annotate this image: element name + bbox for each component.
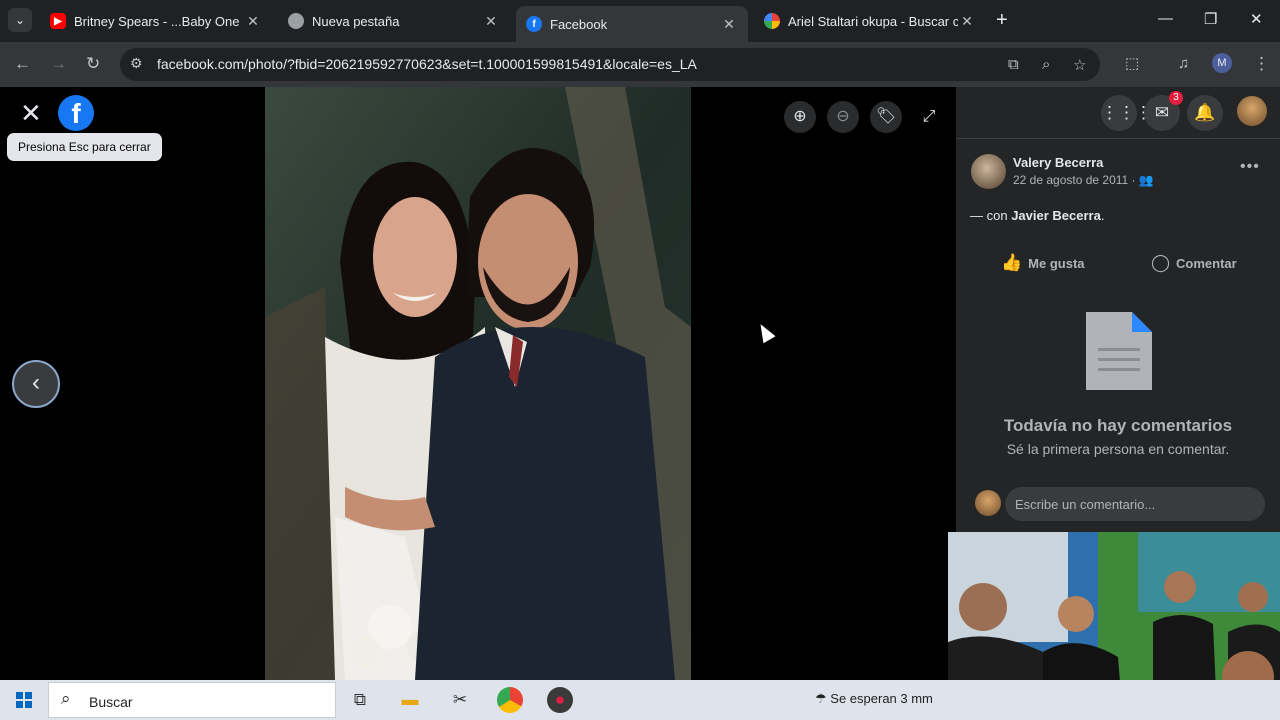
- google-icon: [764, 13, 780, 29]
- zoom-out-icon[interactable]: ⊖: [827, 101, 859, 133]
- esc-tooltip: Presiona Esc para cerrar: [7, 133, 162, 161]
- tab-title: Nueva pestaña: [312, 13, 400, 29]
- tab-youtube[interactable]: ▶ Britney Spears - ...Baby One Mo ✕: [40, 6, 272, 36]
- back-arrow-icon[interactable]: ←: [14, 54, 31, 74]
- obs-icon[interactable]: ●: [547, 687, 573, 713]
- notifications-bell-icon[interactable]: 🔔: [1187, 95, 1223, 131]
- taskbar-search[interactable]: ⌕ Buscar: [48, 682, 336, 718]
- comment-label: Comentar: [1176, 256, 1237, 271]
- post-date-text: 22 de agosto de 2011 ·: [1013, 173, 1139, 187]
- browser-menu-icon[interactable]: ⋮: [1253, 54, 1270, 74]
- audience-friends-icon: 👥: [1138, 173, 1154, 187]
- zoom-in-icon[interactable]: ⊕: [784, 101, 816, 133]
- task-view-icon[interactable]: ⧉: [347, 687, 373, 713]
- wedding-photo: [265, 87, 691, 680]
- close-tab-icon[interactable]: ✕: [244, 13, 262, 30]
- comment-button[interactable]: ◯ Comentar: [1151, 253, 1237, 273]
- fullscreen-icon[interactable]: ⤢: [913, 101, 945, 133]
- restore-icon[interactable]: ❐: [1204, 10, 1217, 28]
- reload-icon[interactable]: ↻: [86, 54, 100, 74]
- url-text: facebook.com/photo/?fbid=206219592770623…: [157, 56, 697, 72]
- close-tab-icon[interactable]: ✕: [482, 13, 500, 30]
- rain-icon: ☂: [815, 691, 831, 706]
- comment-input[interactable]: Escribe un comentario...: [1005, 487, 1265, 521]
- like-label: Me gusta: [1028, 256, 1085, 271]
- weather-text: Se esperan 3 mm: [830, 691, 933, 706]
- mouse-cursor: [754, 320, 776, 344]
- site-info-icon[interactable]: ⚙: [130, 55, 143, 72]
- close-tab-icon[interactable]: ✕: [958, 13, 976, 30]
- minimize-icon[interactable]: —: [1158, 10, 1173, 27]
- taskbar-search-label: Buscar: [89, 694, 133, 710]
- file-explorer-icon[interactable]: ▬: [397, 687, 423, 713]
- tab-facebook[interactable]: f Facebook ✕: [516, 6, 748, 42]
- browser-toolbar: ← → ↻ ⚙ facebook.com/photo/?fbid=2062195…: [0, 42, 1280, 87]
- zoom-icon[interactable]: ⌕: [1042, 56, 1050, 73]
- windows-taskbar: ⌕ Buscar ⧉ ▬ ✂ ● ☂ Se esperan 3 mm: [0, 680, 1280, 720]
- photo-viewer: ✕ f Presiona Esc para cerrar ‹ ⊕ ⊖ 🏷 ⤢: [0, 87, 956, 680]
- facebook-icon: f: [526, 16, 542, 32]
- new-tab-plus-icon[interactable]: +: [996, 10, 1008, 30]
- previous-photo-button[interactable]: ‹: [12, 360, 60, 408]
- post-author[interactable]: Valery Becerra: [1013, 155, 1103, 170]
- tagged-person-link[interactable]: Javier Becerra: [1011, 208, 1101, 223]
- tab-title: Ariel Staltari okupa - Buscar cor: [788, 13, 958, 29]
- tab-google-search[interactable]: Ariel Staltari okupa - Buscar cor ✕: [754, 6, 986, 36]
- author-avatar[interactable]: [971, 154, 1006, 189]
- with-suffix: .: [1100, 208, 1105, 223]
- tab-new-tab[interactable]: Nueva pestaña ✕: [278, 6, 510, 36]
- extensions-icon[interactable]: ⬚: [1125, 54, 1139, 74]
- comment-bubble-icon: ◯: [1151, 253, 1171, 272]
- search-icon: ⌕: [61, 689, 71, 708]
- tab-title: Facebook: [550, 16, 608, 32]
- chrome-taskbar-icon[interactable]: [497, 687, 523, 713]
- wedding-photo-image: [265, 87, 691, 680]
- thumbs-up-icon: 👍: [1001, 253, 1023, 272]
- close-viewer-icon[interactable]: ✕: [20, 100, 42, 126]
- browser-tab-bar: ⌄ ▶ Britney Spears - ...Baby One Mo ✕ Nu…: [0, 0, 1280, 42]
- install-app-icon[interactable]: ⧉: [1008, 56, 1019, 73]
- capcut-icon[interactable]: ✂: [447, 687, 473, 713]
- facebook-logo[interactable]: f: [58, 95, 94, 131]
- tag-icon[interactable]: 🏷: [870, 101, 902, 133]
- no-comments-subtitle: Sé la primera persona en comentar.: [1006, 441, 1230, 457]
- no-comments-title: Todavía no hay comentarios: [1003, 416, 1233, 435]
- profile-avatar[interactable]: M: [1212, 53, 1232, 73]
- with-prefix: — con: [970, 208, 1012, 223]
- tab-search-button[interactable]: ⌄: [8, 8, 32, 32]
- empty-document-icon: [1086, 312, 1152, 390]
- youtube-icon: ▶: [50, 13, 66, 29]
- post-date[interactable]: 22 de agosto de 2011 · 👥: [1013, 173, 1154, 187]
- forward-arrow-icon[interactable]: →: [50, 54, 67, 74]
- close-tab-icon[interactable]: ✕: [720, 16, 738, 33]
- windows-start-icon[interactable]: [16, 692, 32, 708]
- address-bar[interactable]: ⚙ facebook.com/photo/?fbid=2062195927706…: [120, 48, 1100, 81]
- tagged-with: — con Javier Becerra.: [970, 208, 1104, 223]
- weather-widget[interactable]: ☂ Se esperan 3 mm: [815, 691, 933, 707]
- menu-grid-icon[interactable]: ⋮⋮⋮: [1101, 95, 1152, 131]
- commenter-avatar: [975, 490, 1001, 516]
- notification-badge: 3: [1169, 91, 1183, 105]
- bookmark-star-icon[interactable]: ☆: [1073, 56, 1086, 74]
- account-avatar[interactable]: [1237, 96, 1267, 126]
- window-close-icon[interactable]: ✕: [1250, 10, 1263, 28]
- media-controls-icon[interactable]: ♫: [1178, 54, 1189, 74]
- more-options-icon[interactable]: •••: [1240, 158, 1260, 176]
- like-button[interactable]: 👍 Me gusta: [1001, 253, 1085, 273]
- chrome-icon: [288, 13, 304, 29]
- tab-title: Britney Spears - ...Baby One Mo: [74, 13, 244, 29]
